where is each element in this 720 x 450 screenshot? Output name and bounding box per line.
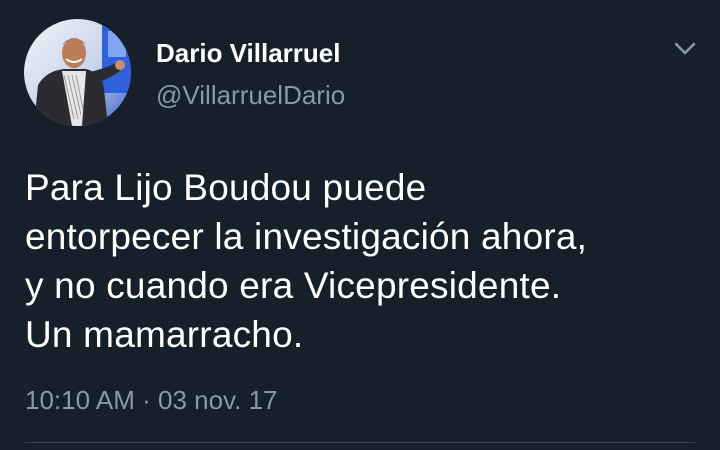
tweet-text: Para Lijo Boudou puede entorpecer la inv… [25,163,705,359]
display-name[interactable]: Dario Villarruel [156,38,341,69]
user-handle[interactable]: @VillarruelDario [156,80,345,111]
tweet-timestamp[interactable]: 10:10 AM · 03 nov. 17 [25,385,278,416]
tweet-time: 10:10 AM [25,385,135,415]
tweet-menu-button[interactable] [668,34,702,64]
tweet-line: Un mamarracho. [25,314,304,355]
divider [25,442,695,443]
tweet-line: Para Lijo Boudou puede [25,167,427,208]
tweet-card: Dario Villarruel @VillarruelDario Para L… [0,0,720,450]
meta-separator: · [142,385,151,415]
tweet-line: entorpecer la investigación ahora, [25,216,588,257]
avatar[interactable] [24,19,131,126]
chevron-down-icon [674,42,696,55]
tweet-line: y no cuando era Vicepresidente. [25,265,562,306]
profile-photo [24,19,131,126]
tweet-date: 03 nov. 17 [158,385,278,415]
